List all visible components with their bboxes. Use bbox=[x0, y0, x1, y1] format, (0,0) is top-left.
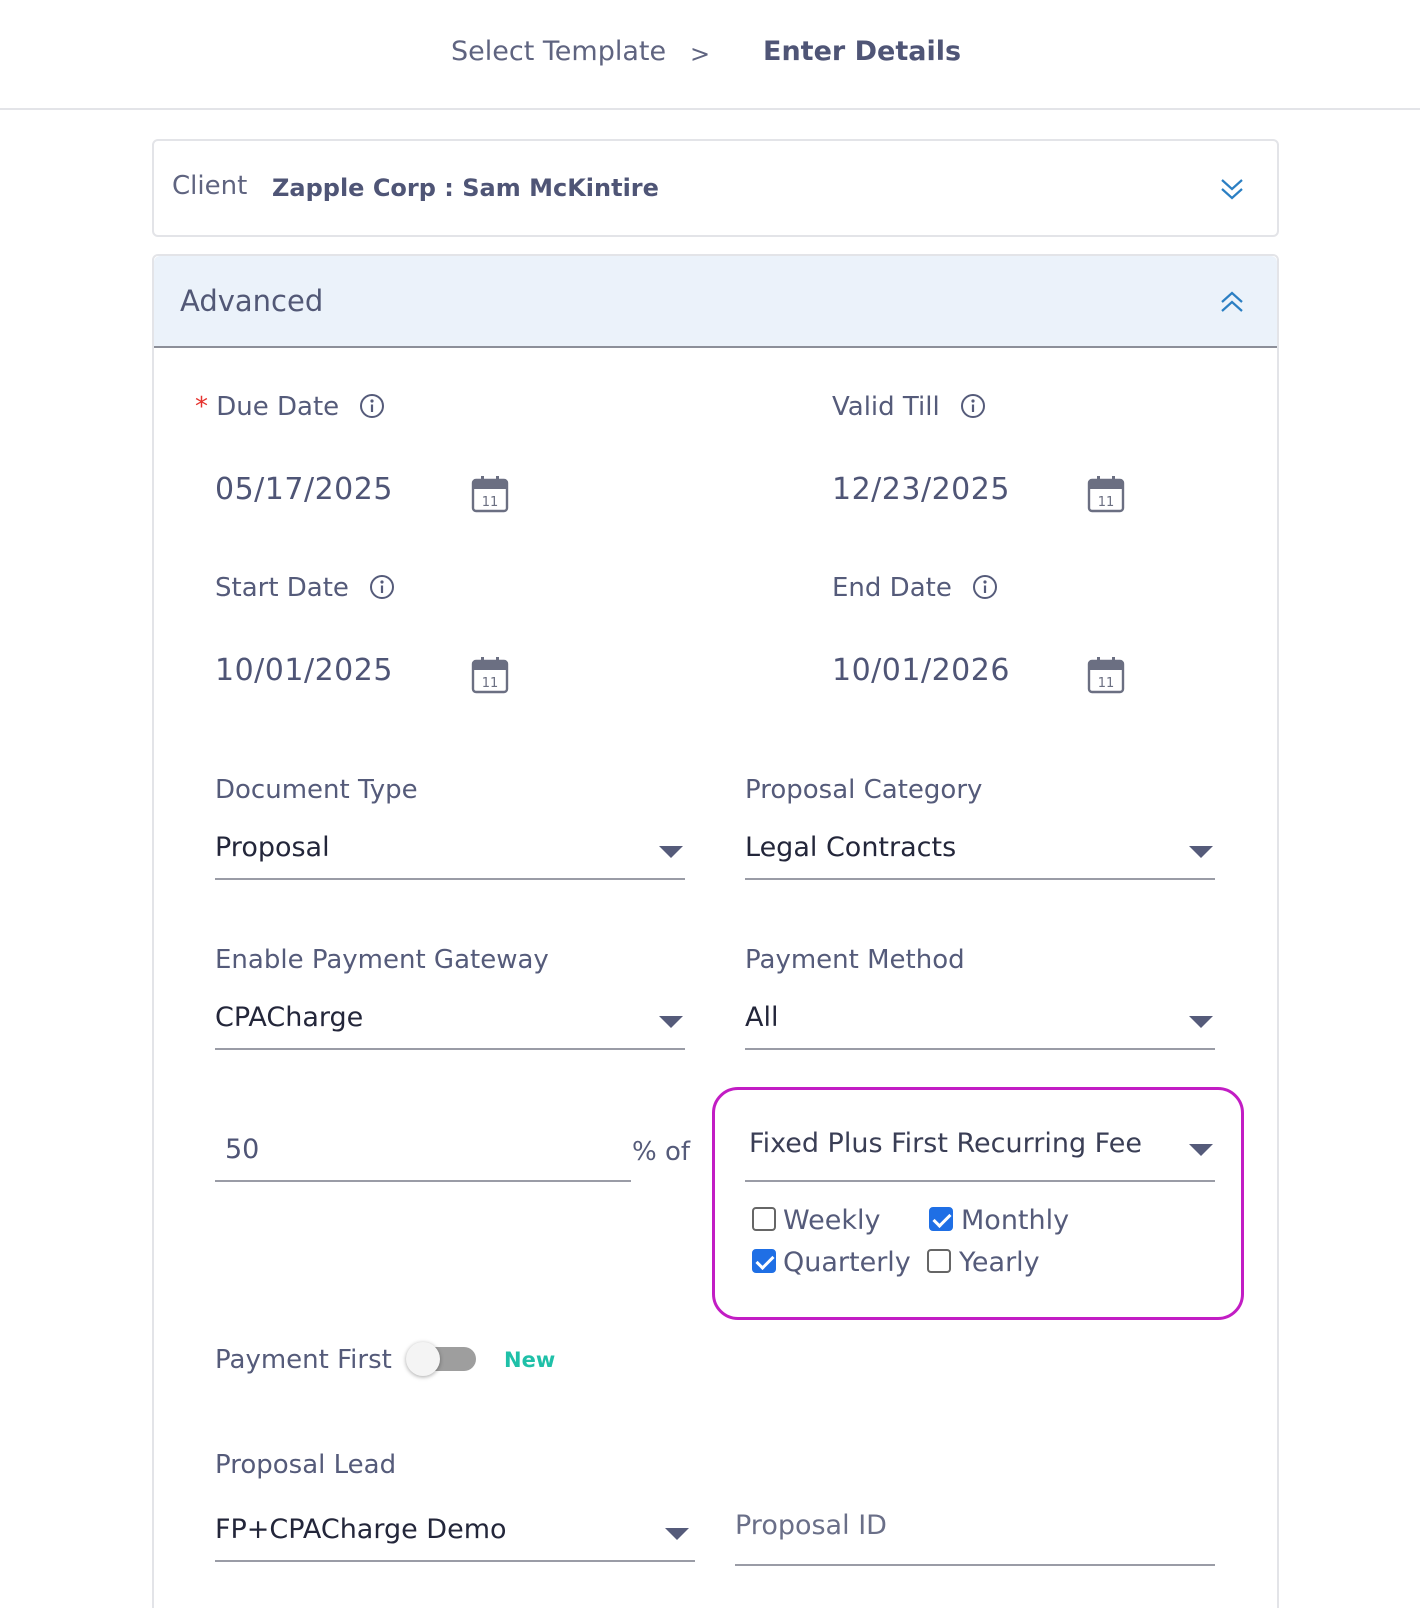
end-date-label: End Date bbox=[832, 573, 952, 603]
percent-value: 50 bbox=[225, 1134, 260, 1165]
proposal-category-value: Legal Contracts bbox=[745, 832, 957, 863]
yearly-checkbox[interactable] bbox=[927, 1249, 951, 1273]
yearly-label[interactable]: Yearly bbox=[959, 1247, 1040, 1278]
chevron-double-down-icon[interactable] bbox=[1217, 175, 1247, 205]
calendar-icon[interactable]: 11 bbox=[471, 656, 509, 694]
monthly-label[interactable]: Monthly bbox=[961, 1205, 1069, 1236]
monthly-checkbox[interactable] bbox=[929, 1207, 953, 1231]
document-type-select[interactable]: Proposal bbox=[215, 828, 685, 880]
advanced-header[interactable]: Advanced bbox=[154, 256, 1277, 348]
info-icon[interactable] bbox=[972, 574, 998, 600]
valid-till-input[interactable]: 12/23/2025 bbox=[832, 472, 1010, 507]
payment-method-label: Payment Method bbox=[745, 945, 965, 975]
payment-method-select[interactable]: All bbox=[745, 998, 1215, 1050]
caret-down-icon bbox=[659, 846, 683, 858]
percent-of-label: % of bbox=[632, 1137, 691, 1167]
payment-first-label: Payment First bbox=[215, 1345, 392, 1375]
info-icon[interactable] bbox=[359, 393, 385, 419]
client-name: Zapple Corp : Sam McKintire bbox=[272, 174, 659, 202]
breadcrumb-select-template[interactable]: Select Template bbox=[451, 36, 666, 67]
caret-down-icon bbox=[659, 1016, 683, 1028]
caret-down-icon bbox=[1189, 846, 1213, 858]
due-date-label-group: * Due Date bbox=[195, 392, 385, 422]
payment-gateway-select[interactable]: CPACharge bbox=[215, 998, 685, 1050]
due-date-input[interactable]: 05/17/2025 bbox=[215, 472, 393, 507]
quarterly-label[interactable]: Quarterly bbox=[783, 1247, 911, 1278]
document-type-value: Proposal bbox=[215, 832, 330, 863]
info-icon[interactable] bbox=[369, 574, 395, 600]
caret-down-icon bbox=[1189, 1016, 1213, 1028]
proposal-id-placeholder: Proposal ID bbox=[735, 1510, 887, 1541]
proposal-lead-label: Proposal Lead bbox=[215, 1450, 397, 1480]
caret-down-icon bbox=[665, 1528, 689, 1540]
breadcrumb-enter-details: Enter Details bbox=[763, 36, 962, 67]
calendar-icon[interactable]: 11 bbox=[1087, 475, 1125, 513]
advanced-title: Advanced bbox=[180, 284, 324, 318]
required-asterisk: * bbox=[195, 392, 208, 422]
calendar-icon[interactable]: 11 bbox=[1087, 656, 1125, 694]
svg-text:11: 11 bbox=[1098, 495, 1115, 510]
payment-gateway-label: Enable Payment Gateway bbox=[215, 945, 549, 975]
fee-basis-value: Fixed Plus First Recurring Fee bbox=[749, 1128, 1142, 1159]
info-icon[interactable] bbox=[960, 393, 986, 419]
new-badge: New bbox=[504, 1348, 556, 1372]
svg-text:11: 11 bbox=[482, 495, 499, 510]
quarterly-checkbox[interactable] bbox=[752, 1249, 776, 1273]
highlight-annotation bbox=[712, 1087, 1244, 1320]
end-date-label-group: End Date bbox=[832, 573, 998, 603]
caret-down-icon bbox=[1189, 1144, 1213, 1156]
breadcrumb-separator: > bbox=[690, 40, 711, 68]
valid-till-label: Valid Till bbox=[832, 392, 940, 422]
percent-input[interactable]: 50 bbox=[215, 1130, 631, 1182]
document-type-label: Document Type bbox=[215, 775, 418, 805]
due-date-label: Due Date bbox=[216, 392, 340, 422]
end-date-input[interactable]: 10/01/2026 bbox=[832, 653, 1010, 688]
chevron-double-up-icon[interactable] bbox=[1217, 286, 1247, 316]
start-date-input[interactable]: 10/01/2025 bbox=[215, 653, 393, 688]
proposal-category-select[interactable]: Legal Contracts bbox=[745, 828, 1215, 880]
valid-till-label-group: Valid Till bbox=[832, 392, 986, 422]
start-date-label-group: Start Date bbox=[215, 573, 395, 603]
payment-gateway-value: CPACharge bbox=[215, 1002, 364, 1033]
weekly-label[interactable]: Weekly bbox=[783, 1205, 880, 1236]
proposal-lead-select[interactable]: FP+CPACharge Demo bbox=[215, 1510, 695, 1562]
client-label: Client bbox=[172, 171, 248, 201]
calendar-icon[interactable]: 11 bbox=[471, 475, 509, 513]
top-bar: Select Template > Enter Details bbox=[0, 0, 1420, 110]
start-date-label: Start Date bbox=[215, 573, 349, 603]
proposal-id-input[interactable]: Proposal ID bbox=[735, 1510, 1215, 1566]
svg-text:11: 11 bbox=[1098, 676, 1115, 691]
advanced-panel: Advanced bbox=[152, 254, 1279, 1608]
payment-method-value: All bbox=[745, 1002, 779, 1033]
weekly-checkbox[interactable] bbox=[752, 1207, 776, 1231]
payment-first-toggle-knob[interactable] bbox=[406, 1342, 440, 1376]
svg-text:11: 11 bbox=[482, 676, 499, 691]
proposal-category-label: Proposal Category bbox=[745, 775, 983, 805]
client-panel[interactable]: Client Zapple Corp : Sam McKintire bbox=[152, 139, 1279, 237]
fee-basis-select[interactable]: Fixed Plus First Recurring Fee bbox=[745, 1124, 1215, 1182]
proposal-lead-value: FP+CPACharge Demo bbox=[215, 1514, 507, 1545]
